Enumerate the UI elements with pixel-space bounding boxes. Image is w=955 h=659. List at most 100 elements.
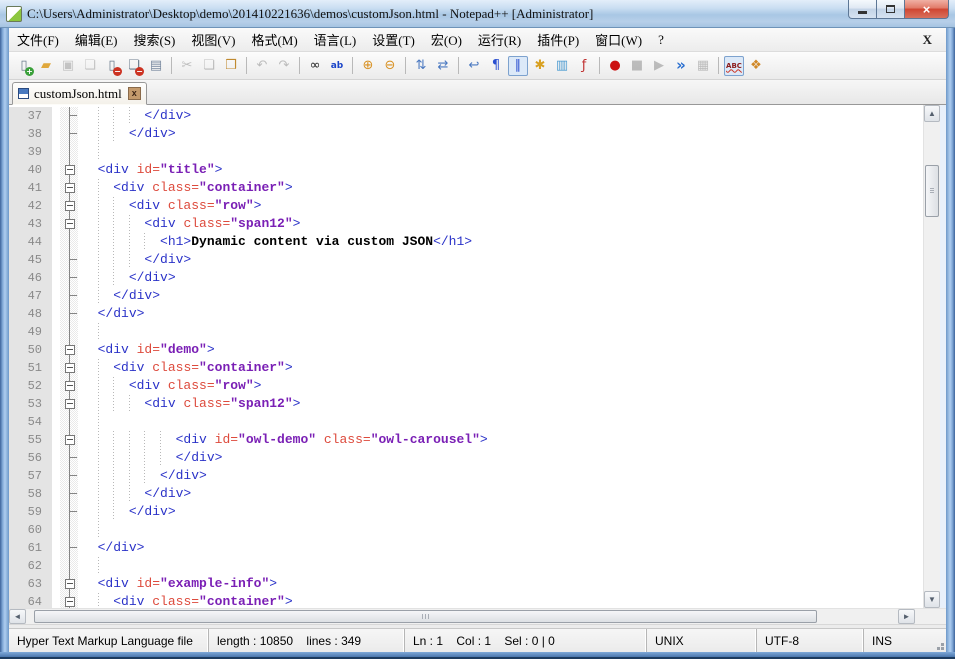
save-file-button[interactable]: ▣ [58, 56, 78, 76]
menu-item-7[interactable]: 宏(O) [423, 28, 470, 51]
scroll-left-arrow-icon[interactable]: ◄ [9, 609, 26, 624]
macro-record-button[interactable]: ● [605, 56, 625, 76]
user-defined-language-button[interactable]: ✱ [530, 56, 550, 76]
fold-minus-icon[interactable] [65, 219, 75, 229]
code-line-54[interactable]: 54 [9, 413, 923, 431]
show-indent-guide-button[interactable]: ∥ [508, 56, 528, 76]
fold-minus-icon[interactable] [65, 165, 75, 175]
cut-button[interactable]: ✂ [177, 56, 197, 76]
menu-item-1[interactable]: 编辑(E) [67, 28, 126, 51]
fold-collapse-box[interactable] [60, 395, 78, 413]
paste-button[interactable]: ❒ [221, 56, 241, 76]
code-line-46[interactable]: 46 </div> [9, 269, 923, 287]
plugin-button[interactable]: ❖ [746, 56, 766, 76]
maximize-button[interactable] [877, 0, 904, 19]
fold-collapse-box[interactable] [60, 359, 78, 377]
macro-run-multiple-button[interactable]: » [671, 56, 691, 76]
close-file-button[interactable]: ▯− [102, 56, 122, 76]
code-line-52[interactable]: 52 <div class="row"> [9, 377, 923, 395]
status-eol[interactable]: UNIX [647, 629, 757, 652]
title-bar[interactable]: C:\Users\Administrator\Desktop\demo\2014… [0, 0, 955, 28]
redo-button[interactable]: ↷ [274, 56, 294, 76]
fold-minus-icon[interactable] [65, 381, 75, 391]
scroll-down-arrow-icon[interactable]: ▼ [924, 591, 940, 608]
status-mode[interactable]: INS [864, 629, 946, 652]
tab-customjson[interactable]: customJson.html x [12, 82, 147, 105]
code-line-41[interactable]: 41 <div class="container"> [9, 179, 923, 197]
menu-item-0[interactable]: 文件(F) [9, 28, 67, 51]
scroll-right-arrow-icon[interactable]: ► [898, 609, 915, 624]
code-line-44[interactable]: 44 <h1>Dynamic content via custom JSON</… [9, 233, 923, 251]
scroll-up-arrow-icon[interactable]: ▲ [924, 105, 940, 122]
fold-collapse-box[interactable] [60, 575, 78, 593]
menu-item-8[interactable]: 运行(R) [470, 28, 529, 51]
code-line-50[interactable]: 50 <div id="demo"> [9, 341, 923, 359]
new-file-button[interactable]: ▯+ [14, 56, 34, 76]
code-line-49[interactable]: 49 [9, 323, 923, 341]
spell-check-button[interactable]: ABC [724, 56, 744, 76]
menu-item-11[interactable]: ? [650, 30, 672, 50]
minimize-button[interactable] [848, 0, 877, 19]
code-line-56[interactable]: 56 </div> [9, 449, 923, 467]
copy-button[interactable]: ❏ [199, 56, 219, 76]
macro-play-button[interactable]: ▶ [649, 56, 669, 76]
code-line-60[interactable]: 60 [9, 521, 923, 539]
status-encoding[interactable]: UTF-8 [757, 629, 864, 652]
code-line-61[interactable]: 61 </div> [9, 539, 923, 557]
code-line-43[interactable]: 43 <div class="span12"> [9, 215, 923, 233]
vertical-scrollbar[interactable]: ▲ ▼ [923, 105, 940, 608]
code-line-37[interactable]: 37 </div> [9, 107, 923, 125]
sync-horizontal-scroll-button[interactable]: ⇄ [433, 56, 453, 76]
menu-item-10[interactable]: 窗口(W) [587, 28, 650, 51]
macro-stop-button[interactable]: ■ [627, 56, 647, 76]
fold-minus-icon[interactable] [65, 345, 75, 355]
fold-minus-icon[interactable] [65, 399, 75, 409]
close-document-button[interactable]: X [919, 32, 936, 48]
tab-close-button[interactable]: x [128, 87, 141, 100]
fold-collapse-box[interactable] [60, 377, 78, 395]
close-all-button[interactable]: ❏− [124, 56, 144, 76]
macro-save-button[interactable]: ▦ [693, 56, 713, 76]
code-line-63[interactable]: 63 <div id="example-info"> [9, 575, 923, 593]
code-line-55[interactable]: 55 <div id="owl-demo" class="owl-carouse… [9, 431, 923, 449]
code-line-48[interactable]: 48 </div> [9, 305, 923, 323]
menu-item-3[interactable]: 视图(V) [183, 28, 243, 51]
word-wrap-button[interactable]: ↩ [464, 56, 484, 76]
code-line-47[interactable]: 47 </div> [9, 287, 923, 305]
fold-minus-icon[interactable] [65, 597, 75, 607]
document-map-button[interactable]: ▥ [552, 56, 572, 76]
code-line-45[interactable]: 45 </div> [9, 251, 923, 269]
code-line-62[interactable]: 62 [9, 557, 923, 575]
open-file-button[interactable]: ▰ [36, 56, 56, 76]
status-cursor[interactable]: Ln : 1 Col : 1 Sel : 0 | 0 [405, 629, 647, 652]
fold-collapse-box[interactable] [60, 431, 78, 449]
fold-collapse-box[interactable] [60, 593, 78, 608]
save-all-button[interactable]: ❏ [80, 56, 100, 76]
fold-minus-icon[interactable] [65, 183, 75, 193]
horizontal-scrollbar-thumb[interactable] [34, 610, 817, 623]
code-line-58[interactable]: 58 </div> [9, 485, 923, 503]
code-line-53[interactable]: 53 <div class="span12"> [9, 395, 923, 413]
fold-collapse-box[interactable] [60, 341, 78, 359]
fold-minus-icon[interactable] [65, 363, 75, 373]
fold-minus-icon[interactable] [65, 201, 75, 211]
sync-vertical-scroll-button[interactable]: ⇅ [411, 56, 431, 76]
menu-item-9[interactable]: 插件(P) [529, 28, 587, 51]
menu-item-4[interactable]: 格式(M) [243, 28, 305, 51]
code-editor[interactable]: 37 </div>38 </div>3940 <div id="title">4… [9, 105, 923, 608]
fold-minus-icon[interactable] [65, 435, 75, 445]
fold-minus-icon[interactable] [65, 579, 75, 589]
resize-grip-icon[interactable] [941, 647, 944, 650]
show-all-characters-button[interactable]: ¶ [486, 56, 506, 76]
fold-collapse-box[interactable] [60, 161, 78, 179]
zoom-out-button[interactable]: ⊖ [380, 56, 400, 76]
code-line-38[interactable]: 38 </div> [9, 125, 923, 143]
horizontal-scrollbar[interactable]: ◄ ► [9, 608, 923, 624]
vertical-scrollbar-thumb[interactable] [925, 165, 939, 217]
menu-item-5[interactable]: 语言(L) [306, 28, 365, 51]
code-line-42[interactable]: 42 <div class="row"> [9, 197, 923, 215]
code-line-40[interactable]: 40 <div id="title"> [9, 161, 923, 179]
close-button[interactable]: × [904, 0, 949, 19]
zoom-in-button[interactable]: ⊕ [358, 56, 378, 76]
code-line-57[interactable]: 57 </div> [9, 467, 923, 485]
